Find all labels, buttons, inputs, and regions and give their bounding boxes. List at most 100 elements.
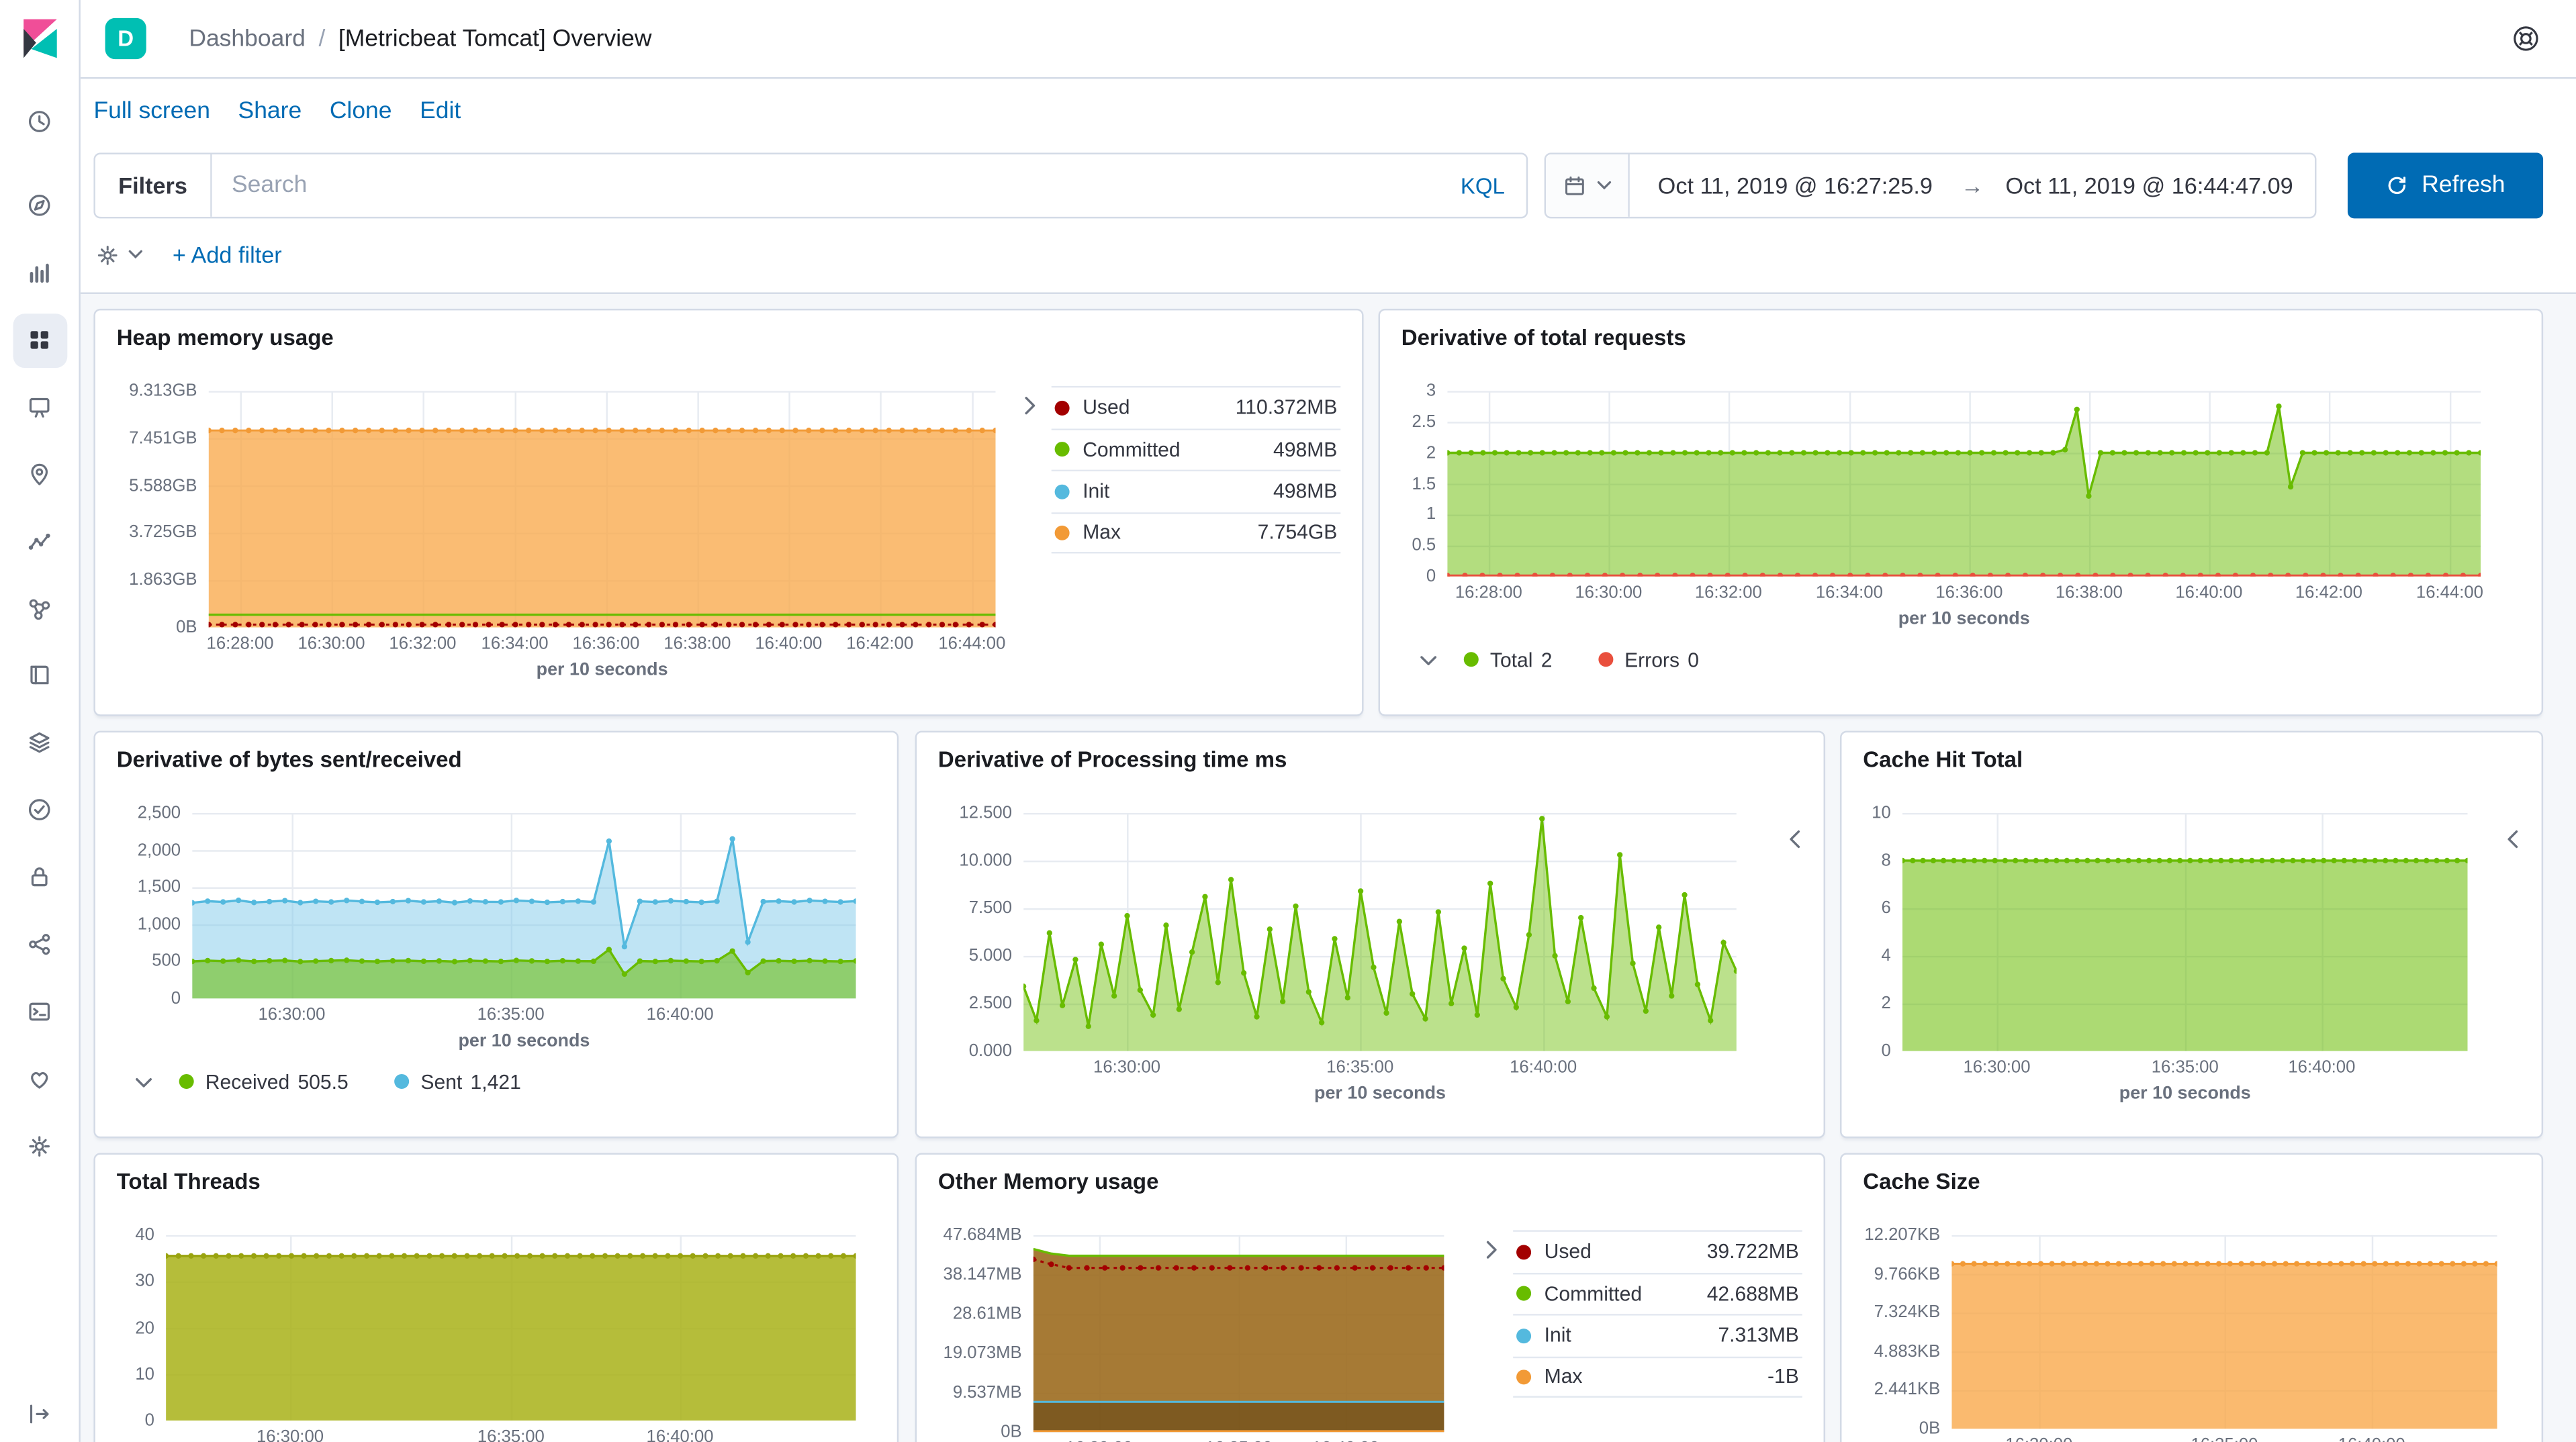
- legend-item[interactable]: Used110.372MB: [1052, 386, 1341, 428]
- breadcrumb-dashboard-link[interactable]: Dashboard: [189, 26, 306, 52]
- chart-canvas: [1447, 391, 2481, 576]
- other-memory-chart[interactable]: 47.684MB38.147MB28.61MB19.073MB9.537MB0B…: [938, 1235, 1480, 1442]
- legend-item[interactable]: Received505.5: [179, 1070, 349, 1093]
- legend-series-dot: [1516, 1369, 1531, 1384]
- processing-time-chart[interactable]: 12.50010.0007.5005.0002.5000.00016:30:00…: [938, 813, 1802, 1104]
- panel-title: Heap memory usage: [95, 310, 1362, 351]
- filter-settings-button[interactable]: [95, 242, 143, 267]
- legend-series-dot: [1516, 1245, 1531, 1259]
- search-input[interactable]: [212, 173, 1439, 199]
- sidebar-item-dev-tools[interactable]: [26, 998, 52, 1024]
- legend-item[interactable]: Init7.313MB: [1513, 1314, 1802, 1355]
- x-axis-label: 16:32:00: [389, 634, 456, 653]
- share-button[interactable]: Share: [238, 99, 302, 125]
- kibana-logo-icon[interactable]: [18, 16, 62, 60]
- legend-series-value: 39.722MB: [1707, 1241, 1799, 1263]
- legend: Used110.372MBCommitted498MBInit498MBMax7…: [1052, 386, 1341, 554]
- sidebar-item-uptime[interactable]: [26, 797, 52, 823]
- panel-total-threads: Total Threads 40302010016:30:0016:35:001…: [93, 1153, 899, 1442]
- x-axis-label: 16:40:00: [647, 1427, 714, 1442]
- x-axis-label: 16:38:00: [2056, 583, 2123, 602]
- sidebar-item-discover[interactable]: [26, 192, 52, 218]
- help-button[interactable]: [2512, 25, 2540, 53]
- x-axis-label: 16:30:00: [1093, 1058, 1160, 1077]
- legend-item[interactable]: Errors0: [1598, 648, 1699, 671]
- full-screen-button[interactable]: Full screen: [93, 99, 210, 125]
- legend-item[interactable]: Max7.754GB: [1052, 512, 1341, 553]
- y-axis-label: 0: [1882, 1041, 1891, 1061]
- y-axis-label: 30: [135, 1271, 154, 1291]
- legend-series-dot: [1598, 652, 1613, 667]
- legend-expand-button[interactable]: [2502, 828, 2524, 849]
- x-axis-label: 16:40:00: [1510, 1058, 1577, 1077]
- edit-button[interactable]: Edit: [420, 99, 461, 125]
- legend-item[interactable]: Total2: [1464, 648, 1553, 671]
- legend-collapse-button[interactable]: [1480, 1239, 1502, 1260]
- sidebar-item-metrics[interactable]: [26, 729, 52, 755]
- sidebar-item-maps[interactable]: [26, 461, 52, 487]
- sidebar-item-machine-learning[interactable]: [26, 529, 52, 555]
- legend-series-value: -1B: [1767, 1365, 1799, 1388]
- sidebar-item-app-search[interactable]: [26, 931, 52, 957]
- y-axis-label: 1: [1426, 505, 1436, 524]
- date-range-start[interactable]: Oct 11, 2019 @ 16:27:25.9: [1630, 173, 1961, 199]
- sidebar-item-stack-monitoring[interactable]: [26, 1066, 52, 1092]
- legend-series-value: 505.5: [297, 1070, 348, 1093]
- easel-icon: [26, 394, 52, 420]
- x-axis-label: 16:34:00: [481, 634, 549, 653]
- legend-series-dot: [394, 1074, 409, 1089]
- sidebar-item-siem[interactable]: [26, 864, 52, 890]
- kql-toggle-button[interactable]: KQL: [1439, 173, 1526, 198]
- refresh-button[interactable]: Refresh: [2348, 153, 2543, 219]
- search-box: Filters KQL: [93, 153, 1528, 219]
- legend-series-value: 7.754GB: [1258, 521, 1338, 544]
- legend-item[interactable]: Sent1,421: [394, 1070, 521, 1093]
- legend-item[interactable]: Init498MB: [1052, 470, 1341, 512]
- legend-expand-button[interactable]: [1784, 828, 1806, 849]
- y-axis-label: 3.725GB: [129, 523, 197, 542]
- bytes-sent-received-chart[interactable]: 2,5002,0001,5001,000500016:30:0016:35:00…: [117, 813, 876, 1051]
- legend: Used39.722MBCommitted42.688MBInit7.313MB…: [1513, 1230, 1802, 1398]
- sidebar-item-management[interactable]: [26, 1133, 52, 1159]
- legend-series-dot: [1055, 400, 1070, 415]
- refresh-icon: [2385, 174, 2408, 197]
- legend-item[interactable]: Committed498MB: [1052, 428, 1341, 469]
- x-axis-label: 16:42:00: [2295, 583, 2362, 602]
- filters-button[interactable]: Filters: [95, 154, 212, 217]
- cache-hit-chart[interactable]: 108642016:30:0016:35:0016:40:00per 10 se…: [1863, 813, 2520, 1104]
- x-axis-label: 16:35:00: [2152, 1058, 2219, 1077]
- sidebar-item-graph[interactable]: [26, 596, 52, 622]
- sidebar-item-visualize[interactable]: [26, 260, 52, 286]
- sidebar-item-dashboard[interactable]: [26, 327, 52, 353]
- total-requests-chart[interactable]: 32.521.510.5016:28:0016:30:0016:32:0016:…: [1401, 391, 2520, 629]
- cache-size-chart[interactable]: 12.207KB9.766KB7.324KB4.883KB2.441KB0B16…: [1863, 1235, 2520, 1442]
- sidebar-collapse-button[interactable]: [26, 1401, 52, 1427]
- sidebar-item-recently-viewed[interactable]: [26, 108, 52, 134]
- add-filter-button[interactable]: + Add filter: [173, 242, 282, 268]
- x-axis-label: 16:40:00: [2288, 1058, 2355, 1077]
- y-axis-label: 9.766KB: [1874, 1264, 1941, 1284]
- legend-collapse-button[interactable]: [133, 1073, 154, 1094]
- clone-button[interactable]: Clone: [330, 99, 392, 125]
- y-axis-label: 10: [135, 1364, 154, 1384]
- legend-collapse-button[interactable]: [1418, 651, 1439, 672]
- sidebar-item-logs[interactable]: [26, 662, 52, 688]
- space-badge[interactable]: D: [105, 18, 146, 59]
- total-threads-chart[interactable]: 40302010016:30:0016:35:0016:40:00per 10 …: [117, 1235, 876, 1442]
- collapse-arrow-icon: [26, 1401, 52, 1427]
- date-range-end[interactable]: Oct 11, 2019 @ 16:44:47.09: [1984, 173, 2315, 199]
- breadcrumb: Dashboard / [Metricbeat Tomcat] Overview: [189, 26, 651, 52]
- sidebar-item-canvas[interactable]: [26, 394, 52, 420]
- panel-cache-hit-total: Cache Hit Total 108642016:30:0016:35:001…: [1840, 731, 2543, 1139]
- notebook-icon: [26, 662, 52, 688]
- map-pin-icon: [26, 461, 52, 487]
- heap-memory-chart[interactable]: 9.313GB7.451GB5.588GB3.725GB1.863GB0B16:…: [117, 391, 1019, 680]
- y-axis-label: 0: [145, 1410, 154, 1430]
- legend-item[interactable]: Committed42.688MB: [1513, 1272, 1802, 1314]
- legend-item[interactable]: Max-1B: [1513, 1356, 1802, 1398]
- y-axis-label: 0: [171, 989, 181, 1008]
- legend-item[interactable]: Used39.722MB: [1513, 1230, 1802, 1271]
- bar-chart-icon: [26, 260, 52, 286]
- legend-collapse-button[interactable]: [1019, 394, 1040, 416]
- date-quick-select-button[interactable]: [1546, 154, 1630, 217]
